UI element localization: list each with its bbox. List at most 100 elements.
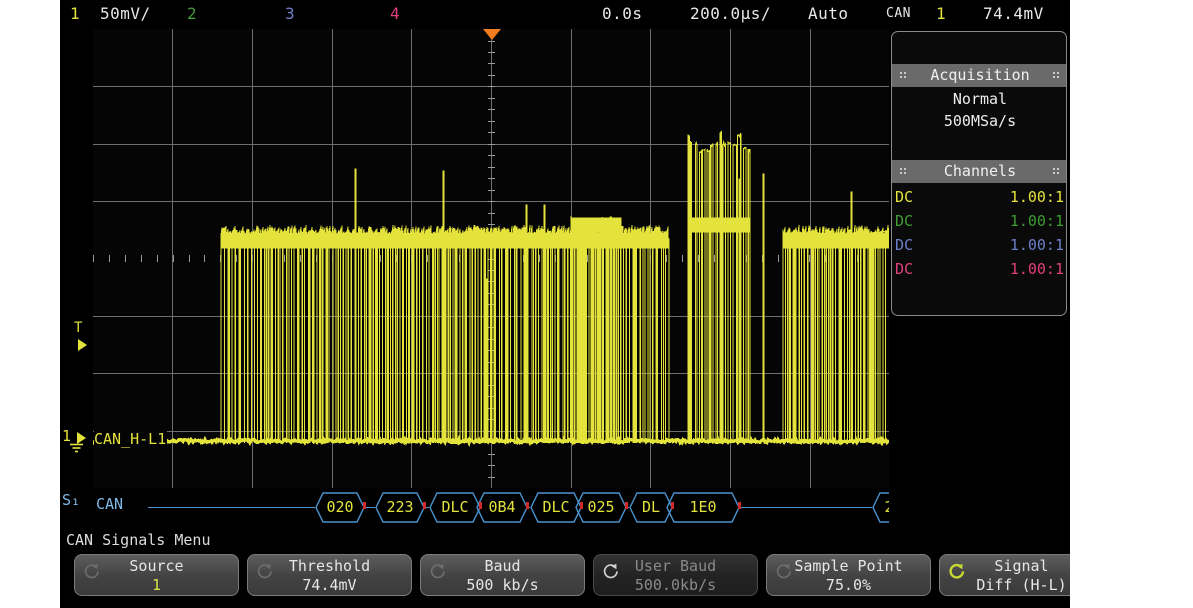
waveform-bit-pulse (444, 232, 447, 443)
waveform-bit-pulse (567, 236, 572, 443)
decode-frame[interactable]: DLC (429, 492, 481, 523)
decode-frame-separator (363, 502, 366, 509)
waveform-bit-pulse (374, 236, 378, 443)
waveform-bit-pulse (381, 232, 387, 443)
waveform-bit-pulse (267, 235, 270, 443)
softkey-label: Source (129, 557, 184, 575)
waveform-bit-pulse (694, 140, 698, 443)
channel-row[interactable]: DC 1.00:1 (892, 234, 1066, 258)
decode-idle-wire (740, 507, 872, 508)
decode-bus-label: CAN (96, 495, 124, 513)
decode-frame[interactable]: 0B4 (476, 492, 528, 523)
acquisition-rate: 500MSa/s (943, 112, 1017, 130)
trigger-level-arrow-icon[interactable] (78, 339, 87, 351)
decode-frame[interactable]: 2C1 (872, 492, 889, 523)
waveform-bit-pulse (594, 221, 599, 443)
waveform-bit-pulse (507, 235, 512, 443)
decode-frame[interactable]: 1E0 (666, 492, 740, 523)
status-trigger-mode[interactable]: Auto (808, 4, 849, 23)
softkey-user-baud[interactable]: User Baud 500.0kb/s (593, 554, 758, 596)
softkey-threshold[interactable]: Threshold 74.4mV (247, 554, 412, 596)
waveform-bit-pulse (882, 230, 887, 443)
waveform-overshoot-spike (738, 178, 741, 441)
drag-grip-icon (1052, 167, 1061, 176)
status-ch3-number[interactable]: 3 (285, 4, 295, 23)
decode-frame-separator (423, 502, 426, 509)
status-trigger-type[interactable]: CAN (886, 6, 911, 21)
waveform-bit-pulse (504, 235, 508, 443)
waveform-channel-label: CAN_H-L1 (94, 430, 168, 448)
softkey-label: User Baud (634, 557, 717, 575)
channel-coupling: DC (895, 212, 914, 230)
waveform-bit-pulse (474, 234, 479, 443)
channel-row[interactable]: DC 1.00:1 (892, 186, 1066, 210)
softkey-label: Threshold (288, 557, 371, 575)
waveform-bit-pulse (220, 232, 226, 443)
waveform-graticule[interactable]: CAN_H-L1 (93, 29, 889, 488)
waveform-bit-pulse (872, 237, 876, 443)
softkey-sample-point[interactable]: Sample Point 75.0% (766, 554, 931, 596)
softkey-baud[interactable]: Baud 500 kb/s (420, 554, 585, 596)
status-ch1-scale[interactable]: 50mV/ (100, 4, 151, 23)
channels-title: Channels (943, 162, 1017, 180)
waveform-bit-pulse (742, 146, 747, 443)
waveform-overshoot-spike (543, 204, 546, 441)
waveform-bit-pulse (789, 234, 794, 443)
status-ch1-number[interactable]: 1 (70, 4, 80, 23)
waveform-bit-pulse (803, 233, 809, 443)
waveform-bit-pulse (454, 234, 458, 443)
acquisition-panel-header[interactable]: Acquisition (892, 64, 1066, 87)
status-ch4-number[interactable]: 4 (390, 4, 400, 23)
left-marker-gutter: T 1 S₁ (60, 29, 93, 509)
menu-title: CAN Signals Menu (66, 531, 211, 549)
waveform-bit-pulse (227, 235, 230, 443)
status-delay[interactable]: 0.0s (602, 4, 643, 23)
waveform-bit-pulse (877, 231, 881, 443)
waveform-bit-pulse (689, 141, 693, 443)
channel-coupling: DC (895, 236, 914, 254)
waveform-bit-pulse (870, 230, 874, 443)
decode-idle-wire (148, 507, 315, 508)
decode-frame[interactable]: 223 (375, 492, 425, 523)
channel-row[interactable]: DC 1.00:1 (892, 258, 1066, 282)
page-margin-left (0, 0, 60, 608)
decode-frame-separator (580, 502, 583, 509)
trigger-level-t-label: T (74, 320, 83, 336)
waveform-bit-pulse (706, 149, 710, 443)
decode-frame-text: 0B4 (488, 498, 516, 516)
waveform-bit-pulse (701, 148, 706, 443)
waveform-bit-pulse (617, 219, 622, 443)
status-timebase[interactable]: 200.0µs/ (690, 4, 771, 23)
softkey-source[interactable]: Source 1 (74, 554, 239, 596)
waveform-overshoot-spike (442, 170, 445, 441)
status-trigger-level[interactable]: 74.4mV (983, 4, 1044, 23)
channel-coupling: DC (895, 188, 914, 206)
waveform-edge-noise (392, 225, 466, 237)
waveform-bit-pulse (622, 235, 627, 443)
drag-grip-icon (899, 167, 908, 176)
softkey-value: 75.0% (825, 576, 872, 594)
status-bar: 1 50mV/ 2 3 4 0.0s 200.0µs/ Auto CAN 1 7… (60, 0, 1070, 29)
decode-idle-wire (365, 507, 375, 508)
waveform-edge-noise (220, 225, 269, 237)
waveform-bit-pulse (816, 237, 820, 443)
waveform-bit-pulse (798, 236, 803, 443)
decode-frame[interactable]: 020 (315, 492, 365, 523)
channel-1-waveform (93, 131, 889, 448)
status-trigger-source[interactable]: 1 (936, 4, 946, 23)
waveform-bit-pulse (408, 236, 413, 443)
waveform-bit-pulse (813, 236, 817, 443)
waveform-bit-pulse (231, 234, 236, 443)
waveform-bit-pulse (698, 148, 703, 443)
serial-decode-bus[interactable]: CAN 020223DLC0B4DLC025DL1E02C1DL (93, 488, 889, 528)
waveform-bit-pulse (332, 236, 337, 443)
decode-frame-separator (671, 502, 674, 509)
status-ch2-number[interactable]: 2 (187, 4, 197, 23)
trigger-position-marker-icon[interactable] (483, 29, 501, 40)
waveform-bit-pulse (520, 232, 525, 443)
channels-panel-header[interactable]: Channels (892, 160, 1066, 183)
channel-row[interactable]: DC 1.00:1 (892, 210, 1066, 234)
waveform-bit-pulse (431, 237, 435, 443)
waveform-bit-pulse (851, 234, 857, 443)
waveform-bit-pulse (311, 234, 315, 443)
